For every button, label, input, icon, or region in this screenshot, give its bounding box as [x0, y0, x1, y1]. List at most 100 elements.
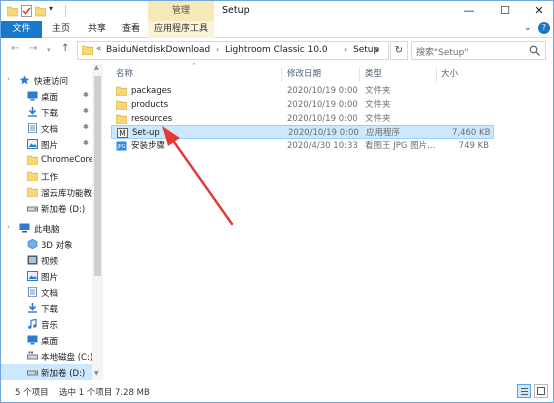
search-icon[interactable]: [529, 45, 540, 56]
address-row: ← → ▾ ↑ « BaiduNetdiskDownload › Lightro…: [1, 38, 553, 63]
address-bar[interactable]: « BaiduNetdiskDownload › Lightroom Class…: [77, 41, 389, 60]
sidebar-item-pc-pictures[interactable]: 图片: [1, 268, 92, 284]
search-input[interactable]: 搜索"Setup": [411, 41, 546, 60]
sidebar-item-tutorials[interactable]: 溜云库功能教程: [1, 184, 101, 200]
back-arrow-icon[interactable]: ←: [11, 43, 19, 54]
file-name: 安装步骤: [131, 141, 166, 151]
tab-application-tools[interactable]: 应用程序工具: [148, 21, 214, 38]
sidebar-item-pictures[interactable]: 图片 ✱: [1, 136, 92, 152]
selection-info: 选中 1 个项目 7.28 MB: [59, 388, 150, 398]
large-icons-view-button[interactable]: [534, 384, 548, 398]
forward-arrow-icon[interactable]: →: [29, 43, 37, 54]
expand-ribbon-icon[interactable]: ⌄: [524, 23, 532, 33]
pin-icon[interactable]: ✱: [83, 107, 89, 115]
expand-icon[interactable]: ›: [7, 75, 10, 83]
scroll-down-icon[interactable]: ▼: [94, 370, 99, 377]
sidebar-item-documents[interactable]: 文档 ✱: [1, 120, 92, 136]
breadcrumb-lightroom[interactable]: Lightroom Classic 10.0: [225, 45, 328, 55]
sidebar-item-drive-d[interactable]: 新加卷 (D:): [1, 364, 92, 380]
sidebar-item-work[interactable]: 工作: [1, 168, 92, 184]
sidebar-item-pc-documents[interactable]: 文档: [1, 284, 92, 300]
file-size: 7,460 KB: [452, 128, 491, 138]
file-name: products: [131, 100, 169, 110]
file-date: 2020/10/19 0:00: [287, 86, 358, 96]
sidebar-item-downloads[interactable]: 下载 ✱: [1, 104, 92, 120]
sidebar-item-pc-downloads[interactable]: 下载: [1, 300, 92, 316]
table-row[interactable]: products 2020/10/19 0:00 文件夹: [111, 98, 494, 112]
table-row[interactable]: resources 2020/10/19 0:00 文件夹: [111, 112, 494, 126]
refresh-button[interactable]: ↻: [390, 41, 408, 60]
download-icon: [28, 107, 37, 117]
properties-icon[interactable]: [21, 5, 32, 17]
maximize-button[interactable]: ☐: [488, 1, 522, 21]
file-date: 2020/4/30 10:33: [287, 141, 358, 151]
overflow-crumb[interactable]: «: [96, 44, 102, 54]
sidebar-item-drive-d-quick[interactable]: 新加卷 (D:): [1, 200, 92, 216]
recent-locations-icon[interactable]: ▾: [47, 46, 51, 54]
tab-view[interactable]: 查看: [117, 21, 145, 38]
tab-home[interactable]: 主页: [47, 21, 75, 38]
nav-this-pc[interactable]: › 此电脑: [1, 220, 92, 236]
column-header-name[interactable]: 名称: [116, 67, 133, 82]
window-title: Setup: [222, 5, 250, 16]
table-row[interactable]: JPG 安装步骤 2020/4/30 10:33 看图王 JPG 图片... 7…: [111, 139, 494, 153]
table-row-selected[interactable]: M Set-up 2020/10/19 0:00 应用程序 7,460 KB: [111, 125, 494, 139]
star-icon: [19, 75, 30, 85]
file-type: 看图王 JPG 图片...: [365, 141, 436, 151]
sidebar-item-drive-c[interactable]: 本地磁盘 (C:): [1, 348, 93, 364]
breadcrumb-separator[interactable]: ›: [216, 45, 219, 54]
svg-text:M: M: [119, 129, 125, 138]
drive-icon: [27, 370, 38, 376]
customize-quick-access-icon[interactable]: ▾: [49, 4, 53, 13]
navigation-scrollbar[interactable]: ▲ ▼: [92, 64, 103, 380]
new-folder-icon[interactable]: [35, 5, 46, 17]
breadcrumb-separator[interactable]: ›: [344, 45, 347, 54]
column-header-type[interactable]: 类型: [365, 67, 382, 82]
folder-icon[interactable]: [7, 5, 18, 17]
sidebar-item-desktop[interactable]: 桌面 ✱: [1, 88, 92, 104]
pin-icon[interactable]: ✱: [83, 123, 89, 131]
pin-icon[interactable]: ✱: [83, 91, 89, 99]
file-date: 2020/10/19 0:00: [287, 100, 358, 110]
file-name: resources: [131, 114, 173, 124]
breadcrumb-baidunetdiskdownload[interactable]: BaiduNetdiskDownload: [106, 45, 210, 55]
ribbon-tabs: 文件 主页 共享 查看 应用程序工具 ⌄ ?: [1, 21, 553, 38]
download-icon: [28, 303, 37, 313]
tab-file[interactable]: 文件: [1, 21, 42, 38]
scroll-up-icon[interactable]: ▲: [94, 64, 99, 71]
up-arrow-icon[interactable]: ↑: [61, 43, 69, 54]
file-type: 文件夹: [365, 114, 391, 124]
tab-share[interactable]: 共享: [83, 21, 111, 38]
column-divider[interactable]: [436, 67, 437, 82]
file-date: 2020/10/19 0:00: [288, 128, 359, 138]
file-type: 文件夹: [365, 86, 391, 96]
sidebar-item-pc-desktop[interactable]: 桌面: [1, 332, 92, 348]
minimize-button[interactable]: —: [452, 1, 486, 21]
folder-icon: [27, 155, 38, 165]
folder-icon: [27, 187, 38, 197]
scrollbar-thumb[interactable]: [94, 76, 101, 276]
chevron-down-icon[interactable]: ▾: [375, 46, 379, 54]
column-divider[interactable]: [359, 67, 360, 82]
file-date: 2020/10/19 0:00: [287, 114, 358, 124]
nav-quick-access[interactable]: › 快速访问: [1, 72, 92, 88]
contextual-tab-group-label: 管理: [148, 1, 214, 21]
column-header-size[interactable]: 大小: [441, 67, 458, 82]
close-button[interactable]: ✕: [522, 1, 554, 21]
column-divider[interactable]: [281, 67, 282, 82]
sort-indicator-icon: ⌃: [191, 62, 197, 70]
table-row[interactable]: packages 2020/10/19 0:00 文件夹: [111, 84, 494, 98]
search-placeholder: 搜索"Setup": [416, 48, 469, 58]
expand-icon[interactable]: ›: [7, 223, 10, 231]
sidebar-item-chromecore[interactable]: ChromeCoreD: [1, 152, 101, 168]
sidebar-item-3d-objects[interactable]: 3D 对象: [1, 236, 92, 252]
pin-icon[interactable]: ✱: [83, 139, 89, 147]
help-icon[interactable]: ?: [538, 22, 550, 34]
file-type: 文件夹: [365, 100, 391, 110]
sidebar-item-music[interactable]: 音乐: [1, 316, 92, 332]
column-header-date[interactable]: 修改日期: [287, 67, 321, 82]
sidebar-item-videos[interactable]: 视频: [1, 252, 92, 268]
file-size: 749 KB: [458, 141, 489, 151]
details-view-button[interactable]: [517, 384, 531, 398]
item-count: 5 个项目: [15, 388, 49, 398]
